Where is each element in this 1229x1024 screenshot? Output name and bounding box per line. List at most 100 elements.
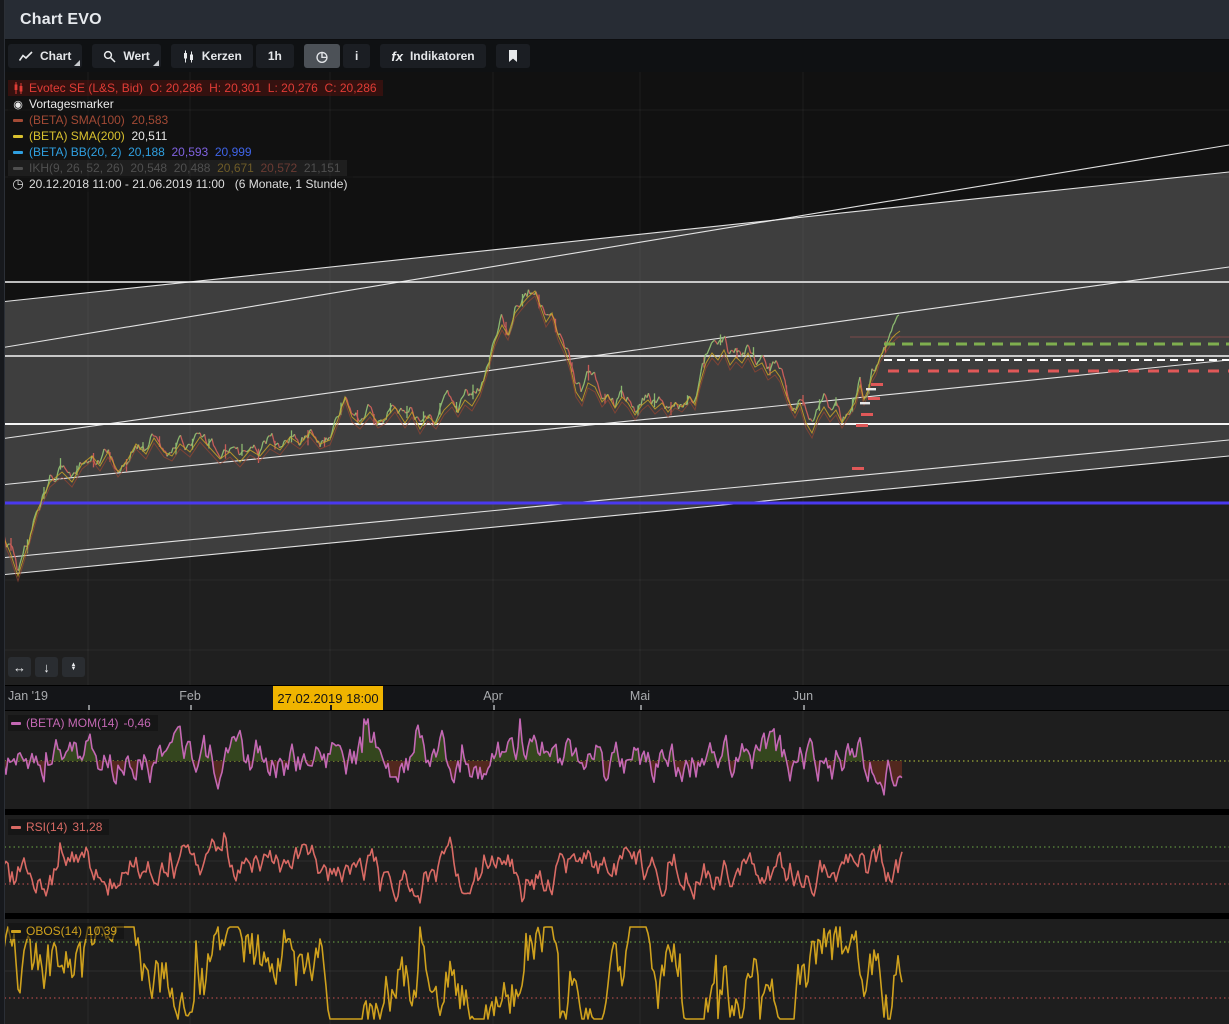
legend-text: L: 20,276 [261, 81, 318, 95]
legend-text: 20,583 [125, 113, 168, 127]
legend-row-symbol[interactable]: Evotec SE (L&S, Bid) O: 20,286 H: 20,301… [8, 80, 383, 96]
dash-icon [11, 930, 21, 933]
mom-indicator-panel[interactable]: (BETA) MOM(14) -0,46 [0, 711, 1229, 809]
legend-row-sma100[interactable]: (BETA) SMA(100) 20,583 [8, 112, 174, 128]
page-title: Chart EVO [20, 11, 102, 29]
target-icon: ◉ [10, 98, 26, 111]
dropdown-corner-icon [74, 60, 80, 66]
interval-button[interactable]: 1h [256, 44, 294, 68]
line-chart-icon [19, 51, 33, 62]
rsi-legend[interactable]: RSI(14) 31,28 [8, 819, 109, 835]
rsi-label: RSI(14) [26, 820, 67, 834]
legend-text: 21,151 [297, 161, 340, 175]
expand-vertical-icon: ▲▼ [71, 663, 77, 671]
obos-indicator-panel[interactable]: OBOS(14)10,39 [0, 919, 1229, 1024]
dash-icon [11, 722, 21, 725]
indikatoren-button[interactable]: fx Indikatoren [380, 44, 485, 68]
time-range-button[interactable]: ◷ [304, 44, 340, 68]
legend-text: 20,671 [210, 161, 253, 175]
bookmark-icon [508, 50, 518, 62]
mom-label: (BETA) MOM(14) [26, 716, 118, 730]
axis-label-jun: Jun [793, 689, 813, 703]
wert-search-button[interactable]: Wert [92, 44, 160, 68]
axis-label-mai: Mai [630, 689, 650, 703]
legend-text: Evotec SE (L&S, Bid) [29, 81, 143, 95]
legend-text: O: 20,286 [143, 81, 202, 95]
legend-row-sma200[interactable]: (BETA) SMA(200) 20,511 [8, 128, 173, 144]
main-price-chart[interactable]: Evotec SE (L&S, Bid) O: 20,286 H: 20,301… [0, 72, 1229, 685]
dash-icon [11, 826, 21, 829]
clock-icon: ◷ [316, 48, 328, 65]
axis-tick [330, 705, 332, 710]
obos-legend[interactable]: OBOS(14)10,39 [8, 923, 124, 939]
legend-text: (BETA) BB(20, 2) [29, 145, 121, 159]
chart-menu-button[interactable]: Chart [8, 44, 82, 68]
chart-evo-window: Chart EVO Chart Wert Kerzen 1h ◷ [0, 0, 1229, 1024]
kerzen-button[interactable]: Kerzen [171, 44, 253, 68]
wert-label: Wert [123, 49, 149, 63]
dash-icon [10, 151, 26, 154]
mom-legend[interactable]: (BETA) MOM(14) -0,46 [8, 715, 158, 731]
title-bar: Chart EVO [0, 0, 1229, 40]
crosshair-date-badge: 27.02.2019 18:00 [273, 686, 383, 710]
info-button[interactable]: i [343, 44, 370, 68]
legend-text: 20,511 [125, 129, 167, 143]
chart-menu-label: Chart [40, 49, 71, 63]
search-icon [103, 50, 116, 63]
legend-text: H: 20,301 [202, 81, 261, 95]
scroll-horizontal-button[interactable]: ↔ [8, 657, 31, 677]
dash-icon [10, 167, 26, 170]
legend-text: 20,548 [124, 161, 167, 175]
info-label: i [355, 49, 358, 63]
toolbar: Chart Wert Kerzen 1h ◷ i fx [0, 40, 1229, 72]
legend-text: 20,999 [208, 145, 251, 159]
candles-icon [10, 82, 26, 94]
legend-text: (BETA) SMA(100) [29, 113, 125, 127]
legend-row-bb[interactable]: (BETA) BB(20, 2) 20,188 20,593 20,999 [8, 144, 258, 160]
legend-text: (BETA) SMA(200) [29, 129, 125, 143]
legend-row-vortagesmarker[interactable]: ◉Vortagesmarker [8, 96, 120, 112]
axis-tick [190, 705, 192, 710]
legend-row-ikh[interactable]: IKH(9, 26, 52, 26) 20,548 20,488 20,671 … [8, 160, 347, 176]
legend-text: C: 20,286 [318, 81, 377, 95]
charttype-interval-group: Kerzen 1h [171, 44, 294, 68]
axis-label-jan19: Jan '19 [8, 689, 48, 703]
legend-text: 20,188 [121, 145, 164, 159]
kerzen-label: Kerzen [202, 49, 242, 63]
time-info-group: ◷ i [304, 44, 371, 68]
axis-tick [493, 705, 495, 710]
axis-tick [88, 705, 90, 710]
time-axis[interactable]: Jan '19 Feb Apr Mai Jun 27.02.2019 18:00 [0, 685, 1229, 711]
window-left-edge [0, 0, 5, 1024]
mom-value: -0,46 [123, 716, 150, 730]
obos-panel-canvas[interactable] [0, 919, 1229, 1024]
axis-tick [803, 705, 805, 710]
rsi-panel-canvas[interactable] [0, 815, 1229, 913]
dash-icon [10, 119, 26, 122]
indikatoren-label: Indikatoren [410, 49, 475, 63]
legend-text: 20,593 [165, 145, 208, 159]
axis-label-apr: Apr [483, 689, 502, 703]
rsi-value: 31,28 [72, 820, 102, 834]
obos-label: OBOS(14) [26, 924, 82, 938]
chart-tools: ↔ ↓ ▲▼ [8, 657, 85, 677]
legend-text: (6 Monate, 1 Stunde) [225, 177, 348, 191]
interval-label: 1h [268, 49, 282, 63]
rsi-indicator-panel[interactable]: RSI(14) 31,28 [0, 815, 1229, 913]
scroll-down-button[interactable]: ↓ [35, 657, 58, 677]
legend-text: 20,572 [254, 161, 297, 175]
axis-tick [640, 705, 642, 710]
dropdown-corner-icon [153, 60, 159, 66]
bookmark-button[interactable] [496, 44, 530, 68]
clock-icon: ◷ [10, 176, 26, 192]
axis-label-feb: Feb [179, 689, 201, 703]
legend-text: Vortagesmarker [29, 97, 114, 111]
candles-icon [182, 50, 195, 63]
mom-panel-canvas[interactable] [0, 711, 1229, 809]
fx-icon: fx [391, 49, 403, 64]
auto-scale-button[interactable]: ▲▼ [62, 657, 85, 677]
legend-text: IKH(9, 26, 52, 26) [29, 161, 124, 175]
legend-text: 20,488 [167, 161, 210, 175]
legend-row-range[interactable]: ◷20.12.2018 11:00 - 21.06.2019 11:00 (6 … [8, 176, 353, 192]
dash-icon [10, 135, 26, 138]
